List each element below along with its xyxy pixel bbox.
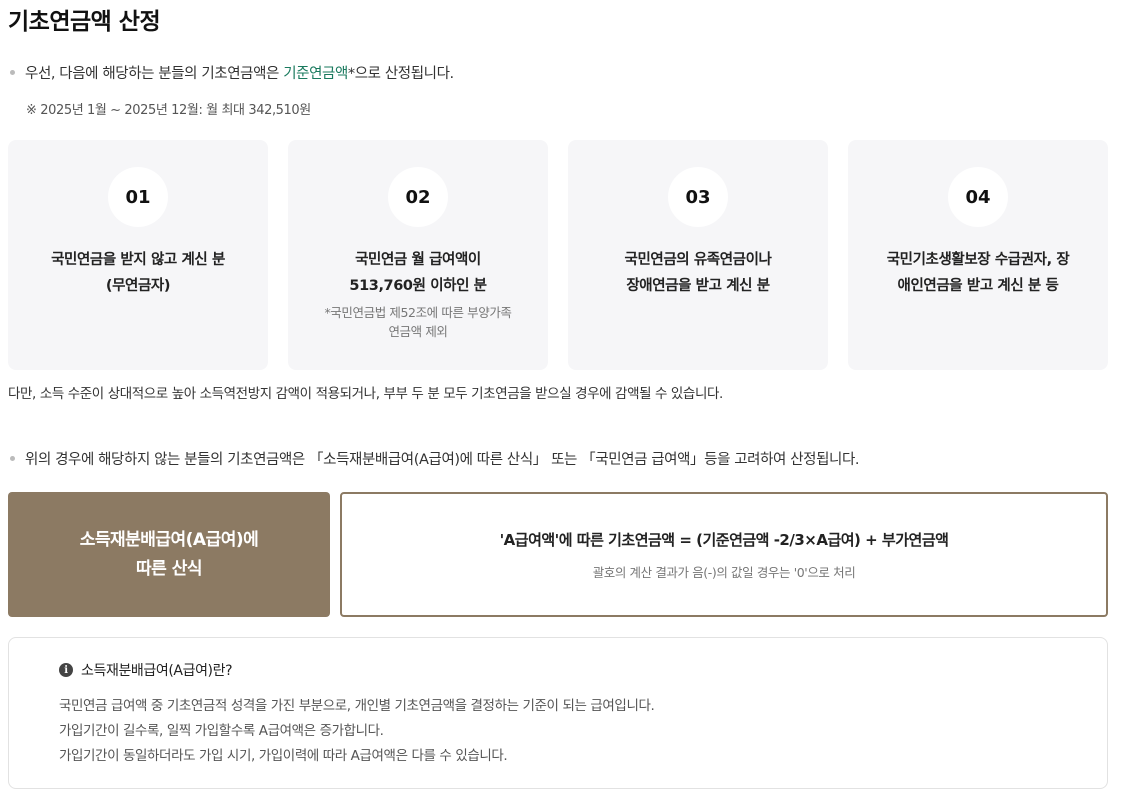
bullet-dot bbox=[10, 69, 15, 75]
card-number: 04 bbox=[948, 167, 1008, 227]
card-line: 국민연금의 유족연금이나 bbox=[624, 252, 772, 268]
criteria-card: 01 국민연금을 받지 않고 계신 분 (무연금자) bbox=[8, 140, 268, 370]
second-bullet-text: 위의 경우에 해당하지 않는 분들의 기초연금액은 「소득재분배급여(A급여)에… bbox=[25, 452, 860, 468]
card-subnote-line: 연금액 제외 bbox=[388, 324, 448, 339]
formula-label-line: 따른 산식 bbox=[136, 558, 202, 579]
card-line: 국민연금 월 급여액이 bbox=[355, 252, 481, 268]
intro-text-before: 우선, 다음에 해당하는 분들의 기초연금액은 bbox=[25, 66, 284, 82]
info-heading-text: 소득재분배급여(A급여)란? bbox=[81, 663, 233, 679]
reduction-note: 다만, 소득 수준이 상대적으로 높아 소득역전방지 감액이 적용되거나, 부부… bbox=[8, 386, 723, 402]
info-line: 국민연금 급여액 중 기초연금적 성격을 가진 부분으로, 개인별 기초연금액을… bbox=[59, 698, 655, 714]
info-lines: 국민연금 급여액 중 기초연금적 성격을 가진 부분으로, 개인별 기초연금액을… bbox=[59, 694, 1107, 769]
criteria-card: 04 국민기초생활보장 수급권자, 장 애인연금을 받고 계신 분 등 bbox=[848, 140, 1108, 370]
card-line: 애인연금을 받고 계신 분 등 bbox=[897, 278, 1059, 294]
formula-panel: 'A급여액'에 따른 기초연금액 = (기준연금액 -2/3×A급여) + 부가… bbox=[340, 492, 1108, 617]
card-line: (무연금자) bbox=[105, 278, 171, 294]
card-text: 국민연금을 받지 않고 계신 분 (무연금자) bbox=[23, 247, 253, 299]
intro-text-after: *으로 산정됩니다. bbox=[347, 66, 454, 82]
card-number: 02 bbox=[388, 167, 448, 227]
card-line: 513,760원 이하인 분 bbox=[349, 278, 487, 294]
formula-label: 소득재분배급여(A급여)에 따른 산식 bbox=[8, 492, 330, 617]
formula-label-line: 소득재분배급여(A급여)에 bbox=[79, 529, 259, 550]
max-amount-note: ※ 2025년 1월 ~ 2025년 12월: 월 최대 342,510원 bbox=[26, 103, 311, 118]
formula-section: 소득재분배급여(A급여)에 따른 산식 'A급여액'에 따른 기초연금액 = (… bbox=[8, 492, 1108, 617]
second-bullet: 위의 경우에 해당하지 않는 분들의 기초연금액은 「소득재분배급여(A급여)에… bbox=[10, 448, 860, 469]
page-title: 기초연금액 산정 bbox=[8, 9, 161, 35]
card-subnote-line: *국민연금법 제52조에 따른 부양가족 bbox=[324, 305, 512, 320]
info-icon: i bbox=[59, 663, 73, 677]
card-text: 국민연금의 유족연금이나 장애연금을 받고 계신 분 bbox=[583, 247, 813, 299]
card-line: 장애연금을 받고 계신 분 bbox=[626, 278, 770, 294]
card-number: 01 bbox=[108, 167, 168, 227]
info-heading: i 소득재분배급여(A급여)란? bbox=[59, 660, 1107, 680]
card-subnote: *국민연금법 제52조에 따른 부양가족 연금액 제외 bbox=[308, 303, 528, 341]
info-line: 가입기간이 길수록, 일찍 가입할수록 A급여액은 증가합니다. bbox=[59, 723, 384, 739]
a-benefit-info-box: i 소득재분배급여(A급여)란? 국민연금 급여액 중 기초연금적 성격을 가진… bbox=[8, 637, 1108, 789]
info-line: 가입기간이 동일하더라도 가입 시기, 가입이력에 따라 A급여액은 다를 수 … bbox=[59, 748, 508, 764]
card-text: 국민기초생활보장 수급권자, 장 애인연금을 받고 계신 분 등 bbox=[863, 247, 1093, 299]
card-line: 국민기초생활보장 수급권자, 장 bbox=[886, 252, 1070, 268]
card-text: 국민연금 월 급여액이 513,760원 이하인 분 bbox=[303, 247, 533, 299]
criteria-card: 02 국민연금 월 급여액이 513,760원 이하인 분 *국민연금법 제52… bbox=[288, 140, 548, 370]
criteria-card: 03 국민연금의 유족연금이나 장애연금을 받고 계신 분 bbox=[568, 140, 828, 370]
card-line: 국민연금을 받지 않고 계신 분 bbox=[51, 252, 225, 268]
criteria-cards: 01 국민연금을 받지 않고 계신 분 (무연금자) 02 국민연금 월 급여액… bbox=[8, 140, 1108, 370]
intro-highlight: 기준연금액 bbox=[283, 66, 348, 82]
bullet-dot bbox=[10, 455, 15, 461]
formula-note: 괄호의 계산 결과가 음(-)의 값일 경우는 '0'으로 처리 bbox=[592, 564, 856, 580]
card-number: 03 bbox=[668, 167, 728, 227]
intro-bullet: 우선, 다음에 해당하는 분들의 기초연금액은 기준연금액*으로 산정됩니다. bbox=[10, 62, 454, 83]
formula-expression: 'A급여액'에 따른 기초연금액 = (기준연금액 -2/3×A급여) + 부가… bbox=[499, 530, 949, 549]
